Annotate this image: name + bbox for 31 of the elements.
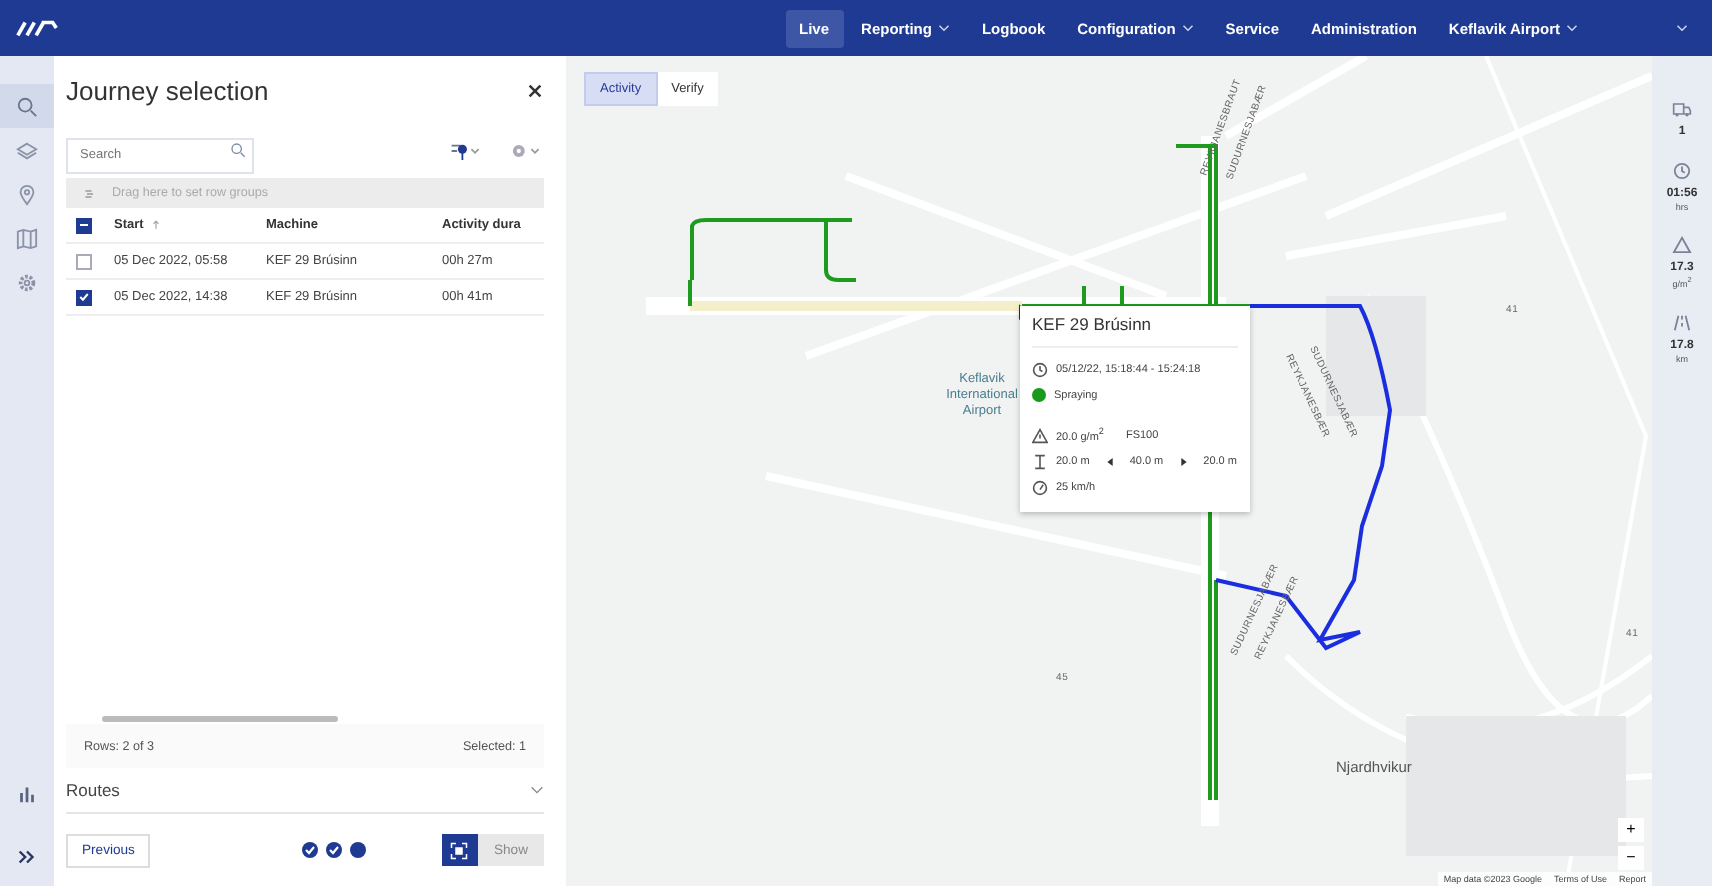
scrollbar-thumb[interactable]: [102, 716, 338, 722]
clock-icon: [1671, 162, 1692, 180]
routes-section[interactable]: Routes: [66, 768, 544, 814]
group-icon: [84, 187, 96, 199]
fit-view-button[interactable]: [441, 834, 478, 866]
zoom-in-button[interactable]: +: [1618, 818, 1644, 842]
right-arrow-icon: [1179, 457, 1188, 465]
settings-dropdown-icon[interactable]: [508, 141, 544, 159]
search-icon[interactable]: [0, 84, 54, 128]
truck-icon: [1672, 100, 1692, 118]
road-icon: [1672, 313, 1692, 331]
left-arrow-icon: [1105, 457, 1114, 465]
row-checkbox[interactable]: [76, 253, 92, 269]
header-checkbox[interactable]: [76, 217, 92, 233]
chevron-down-icon: [530, 786, 544, 794]
caret-icon[interactable]: [1676, 24, 1688, 32]
frame-icon: [450, 841, 469, 859]
popup-title: KEF 29 Brúsinn: [1032, 314, 1238, 348]
flag-dropdown-icon[interactable]: [448, 141, 484, 159]
row-checkbox[interactable]: [76, 289, 92, 305]
warning-triangle-icon: [1032, 427, 1048, 443]
panel-title: Journey selection: [66, 75, 269, 105]
search-icon: [230, 142, 246, 158]
close-icon[interactable]: [526, 81, 544, 99]
logo-icon: [16, 18, 60, 38]
speedometer-icon: [1032, 479, 1048, 495]
sort-arrow-icon[interactable]: [151, 220, 160, 230]
clock-icon: [1032, 361, 1048, 377]
width-icon: [1032, 453, 1048, 469]
warning-triangle-icon: [1672, 236, 1692, 254]
zoom-out-button[interactable]: −: [1618, 846, 1644, 870]
